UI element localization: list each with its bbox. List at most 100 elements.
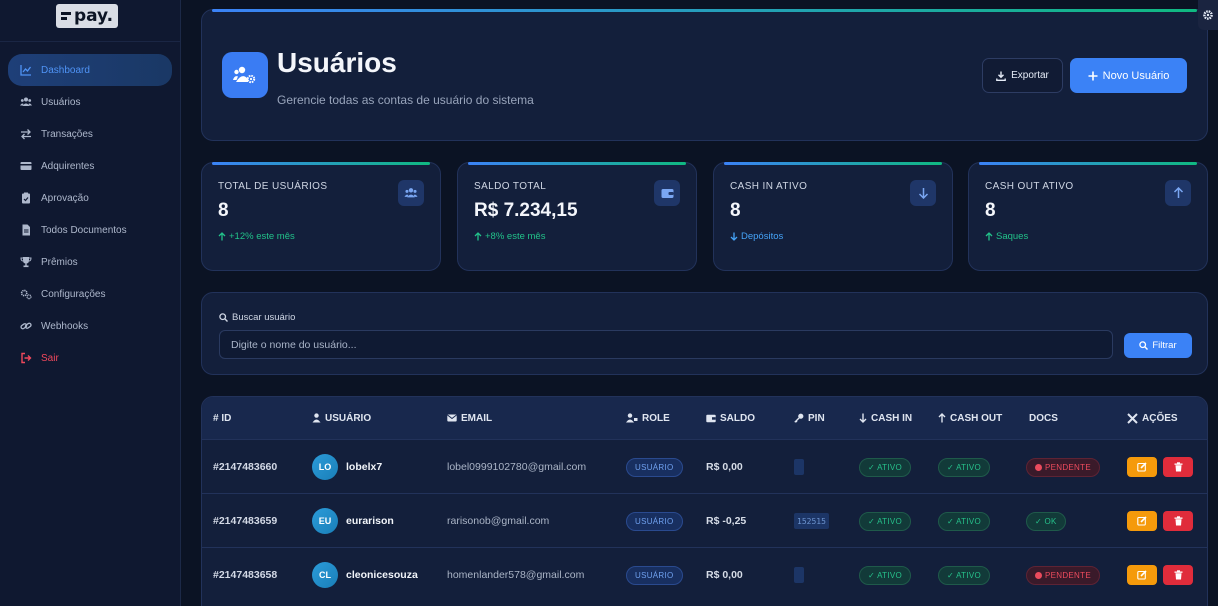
- sidebar-item-label: Configurações: [41, 288, 106, 300]
- sidebar-item-label: Sair: [41, 352, 59, 364]
- search-label-text: Buscar usuário: [232, 312, 296, 323]
- docs-status-text: PENDENTE: [1045, 462, 1091, 472]
- sidebar-item-webhooks[interactable]: Webhooks: [8, 310, 172, 342]
- stat-label: CASH IN ATIVO: [730, 181, 808, 192]
- stat-trend: +8% este mês: [474, 231, 545, 242]
- stat-trend-text: +8% este mês: [485, 231, 546, 242]
- sidebar-item-dashboard[interactable]: Dashboard: [8, 54, 172, 86]
- sidebar-item-sair[interactable]: Sair: [8, 342, 172, 374]
- edit-button[interactable]: [1127, 511, 1157, 531]
- users-cog-icon: [222, 52, 268, 98]
- column-header-email[interactable]: EMAIL: [447, 413, 492, 424]
- stat-trend-text: Depósitos: [741, 231, 784, 242]
- search-input[interactable]: [219, 330, 1113, 359]
- arrow-up-icon: [938, 413, 946, 423]
- trash-icon: [1174, 570, 1182, 580]
- column-header-id[interactable]: # ID: [213, 413, 231, 424]
- cash-out-status-badge: ✓ ATIVO: [938, 457, 990, 477]
- actions-cell: [1127, 440, 1193, 494]
- new-user-button[interactable]: Novo Usuário: [1070, 58, 1187, 93]
- user-cell: EU eurarison: [312, 494, 394, 548]
- sidebar-item-usuarios[interactable]: Usuários: [8, 86, 172, 118]
- stat-trend: +12% este mês: [218, 231, 295, 242]
- docs-status-badge: ✓ OK: [1026, 511, 1066, 531]
- saldo-value: R$ -0,25: [706, 515, 747, 527]
- role-cell: USUÁRIO: [626, 494, 683, 548]
- user-email: rarisonob@gmail.com: [447, 515, 550, 527]
- settings-gear-button[interactable]: [1198, 0, 1218, 30]
- key-icon: [794, 413, 804, 423]
- stat-label: TOTAL DE USUÁRIOS: [218, 181, 328, 192]
- docs-status-badge: PENDENTE: [1026, 565, 1100, 585]
- page-subtitle: Gerencie todas as contas de usuário do s…: [277, 93, 534, 107]
- download-icon: [996, 71, 1006, 81]
- alert-dot-icon: [1035, 463, 1042, 471]
- wallet-icon: [706, 414, 716, 422]
- edit-button[interactable]: [1127, 457, 1157, 477]
- delete-button[interactable]: [1163, 457, 1193, 477]
- sidebar-item-documentos[interactable]: Todos Documentos: [8, 214, 172, 246]
- sidebar-item-label: Webhooks: [41, 320, 89, 332]
- column-header-cash-in[interactable]: CASH IN: [859, 413, 912, 424]
- trash-icon: [1174, 516, 1182, 526]
- stat-card-saldo-total: SALDO TOTAL R$ 7.234,15 +8% este mês: [457, 162, 697, 271]
- pin-badge: [794, 567, 804, 583]
- column-header-label: ROLE: [642, 412, 670, 424]
- table-row[interactable]: #2147483658 CL cleonicesouza homenlander…: [202, 547, 1207, 601]
- column-header-user[interactable]: USUÁRIO: [312, 413, 371, 424]
- cash-in-status-badge: ✓ ATIVO: [859, 511, 911, 531]
- sidebar-item-configuracoes[interactable]: Configurações: [8, 278, 172, 310]
- column-header-pin[interactable]: PIN: [794, 413, 825, 424]
- delete-button[interactable]: [1163, 511, 1193, 531]
- pin-cell: 152515: [794, 494, 829, 548]
- export-button[interactable]: Exportar: [982, 58, 1063, 93]
- docs-cell: PENDENTE: [1026, 440, 1100, 494]
- column-header-role[interactable]: ROLE: [626, 413, 670, 424]
- user-email: lobel0999102780@gmail.com: [447, 461, 587, 473]
- edit-icon: [1137, 570, 1147, 580]
- envelope-icon: [447, 414, 457, 422]
- column-header-saldo[interactable]: SALDO: [706, 413, 755, 424]
- username: eurarison: [346, 515, 394, 527]
- table-row[interactable]: #2147483660 LO lobelx7 lobel0999102780@g…: [202, 439, 1207, 493]
- edit-button[interactable]: [1127, 565, 1157, 585]
- tools-icon: [1127, 412, 1138, 424]
- page-title: Usuários: [277, 47, 397, 78]
- column-header-label: USUÁRIO: [325, 412, 372, 424]
- user-id: #2147483660: [213, 461, 278, 473]
- stat-trend: Depósitos: [730, 231, 783, 242]
- exchange-icon: [19, 128, 32, 141]
- column-header-cash-out[interactable]: CASH OUT: [938, 413, 1002, 424]
- sign-out-icon: [19, 352, 32, 365]
- pin-badge: [794, 459, 804, 475]
- filter-button[interactable]: Filtrar: [1124, 333, 1192, 358]
- cash-in-cell: ✓ ATIVO: [859, 548, 911, 602]
- clipboard-check-icon: [19, 192, 32, 205]
- sidebar-item-adquirentes[interactable]: Adquirentes: [8, 150, 172, 182]
- sidebar-item-premios[interactable]: Prêmios: [8, 246, 172, 278]
- cash-in-cell: ✓ ATIVO: [859, 494, 911, 548]
- cash-out-cell: ✓ ATIVO: [938, 548, 990, 602]
- search-label: Buscar usuário: [219, 312, 295, 323]
- sidebar-item-transacoes[interactable]: Transações: [8, 118, 172, 150]
- stat-card-cash-out: CASH OUT ATIVO 8 Saques: [968, 162, 1208, 271]
- logo[interactable]: pay.: [56, 4, 118, 28]
- cash-in-status-badge: ✓ ATIVO: [859, 457, 911, 477]
- column-header-docs[interactable]: DOCS: [1029, 413, 1058, 424]
- cash-in-cell: ✓ ATIVO: [859, 440, 911, 494]
- new-user-label: Novo Usuário: [1102, 69, 1170, 82]
- delete-button[interactable]: [1163, 565, 1193, 585]
- table-row[interactable]: #2147483659 EU eurarison rarisonob@gmail…: [202, 493, 1207, 547]
- docs-cell: ✓ OK: [1026, 494, 1066, 548]
- chart-line-icon: [19, 64, 32, 77]
- sidebar-item-aprovacao[interactable]: Aprovação: [8, 182, 172, 214]
- export-label: Exportar: [1011, 70, 1049, 81]
- pin-badge: 152515: [794, 513, 829, 529]
- logo-text: pay.: [73, 6, 114, 26]
- avatar: EU: [312, 508, 338, 534]
- column-header-actions[interactable]: AÇÕES: [1127, 413, 1178, 424]
- stat-label: SALDO TOTAL: [474, 181, 547, 192]
- plus-icon: [1088, 71, 1098, 80]
- users-icon: [19, 96, 32, 109]
- stat-value: 8: [730, 200, 741, 221]
